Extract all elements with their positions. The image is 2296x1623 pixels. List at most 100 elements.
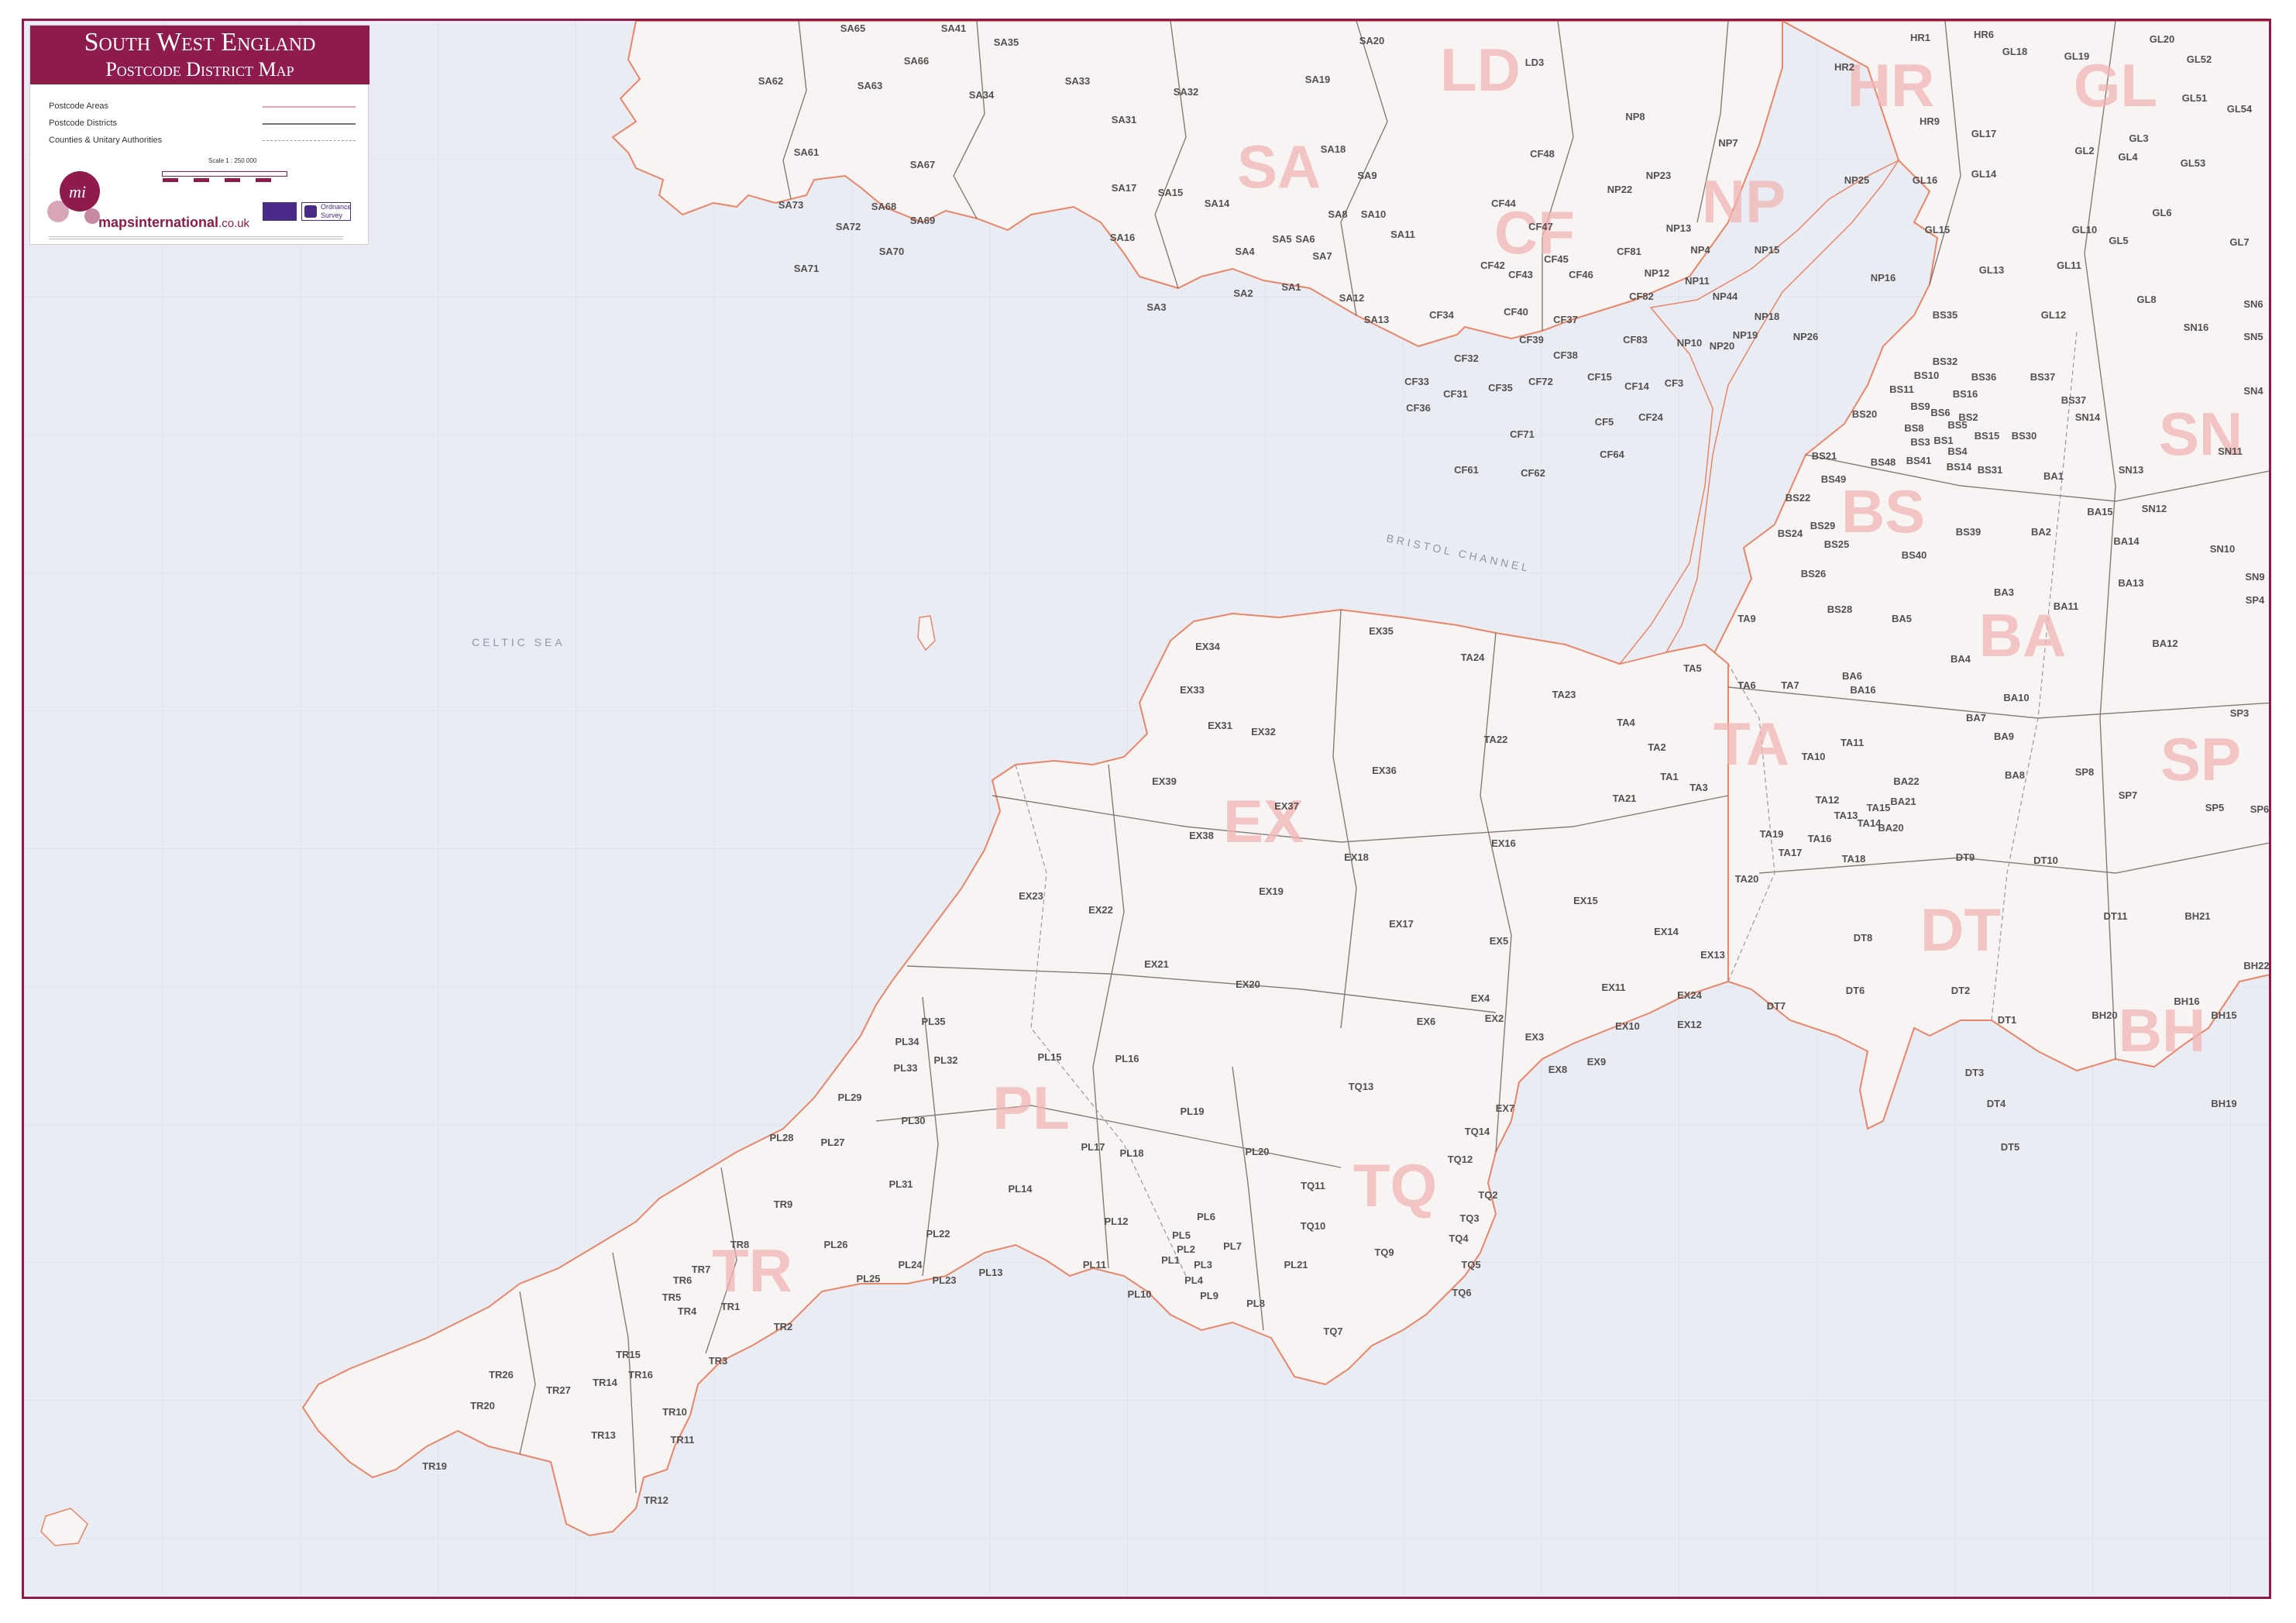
postcode-district-label[interactable]: TR1 [721, 1301, 741, 1312]
postcode-district-label[interactable]: CF38 [1553, 349, 1578, 361]
postcode-district-label[interactable]: EX32 [1251, 726, 1276, 738]
postcode-district-label[interactable]: BA9 [1994, 731, 2014, 742]
postcode-district-label[interactable]: BH16 [2174, 995, 2199, 1007]
postcode-district-label[interactable]: TA2 [1648, 741, 1666, 753]
postcode-district-label[interactable]: EX12 [1677, 1019, 1702, 1030]
postcode-district-label[interactable]: EX23 [1019, 890, 1043, 902]
postcode-district-label[interactable]: CF15 [1587, 371, 1612, 383]
postcode-district-label[interactable]: GL4 [2118, 151, 2138, 163]
postcode-district-label[interactable]: TA7 [1781, 679, 1799, 691]
postcode-district-label[interactable]: BS5 [1947, 419, 1967, 431]
postcode-district-label[interactable]: TR20 [470, 1400, 495, 1412]
postcode-district-label[interactable]: EX4 [1471, 992, 1490, 1004]
postcode-district-label[interactable]: SA67 [910, 159, 936, 170]
postcode-district-label[interactable]: BS35 [1933, 309, 1958, 321]
postcode-district-label[interactable]: CF40 [1504, 306, 1528, 318]
postcode-district-label[interactable]: TA14 [1858, 817, 1882, 829]
postcode-district-label[interactable]: BS28 [1827, 603, 1853, 615]
postcode-district-label[interactable]: EX19 [1259, 885, 1284, 897]
postcode-district-label[interactable]: EX39 [1152, 775, 1177, 787]
postcode-district-label[interactable]: TQ14 [1465, 1126, 1490, 1137]
postcode-district-label[interactable]: PL11 [1083, 1259, 1106, 1271]
postcode-district-label[interactable]: BS14 [1947, 461, 1972, 473]
postcode-district-label[interactable]: SA15 [1158, 187, 1184, 198]
postcode-district-label[interactable]: TQ11 [1301, 1180, 1325, 1191]
postcode-district-label[interactable]: TA16 [1808, 833, 1832, 844]
postcode-district-label[interactable]: PL27 [820, 1136, 844, 1148]
postcode-district-label[interactable]: DT4 [1987, 1098, 2006, 1109]
postcode-district-label[interactable]: GL8 [2136, 294, 2156, 305]
postcode-district-label[interactable]: CF72 [1528, 376, 1553, 387]
postcode-district-label[interactable]: TA22 [1484, 734, 1508, 745]
postcode-district-label[interactable]: SN9 [2245, 571, 2264, 583]
postcode-district-label[interactable]: BS36 [1971, 371, 1997, 383]
postcode-district-label[interactable]: TA23 [1552, 689, 1576, 700]
postcode-district-label[interactable]: TA6 [1737, 679, 1756, 691]
postcode-district-label[interactable]: EX22 [1088, 904, 1113, 916]
postcode-district-label[interactable]: BH19 [2211, 1098, 2236, 1109]
postcode-district-label[interactable]: BS20 [1852, 408, 1878, 420]
postcode-district-label[interactable]: EX10 [1615, 1020, 1640, 1032]
postcode-district-label[interactable]: CF14 [1624, 380, 1650, 392]
postcode-district-label[interactable]: EX20 [1236, 978, 1260, 990]
postcode-district-label[interactable]: TQ4 [1449, 1233, 1469, 1244]
postcode-district-label[interactable]: PL15 [1037, 1051, 1061, 1063]
postcode-district-label[interactable]: TQ12 [1448, 1154, 1473, 1165]
postcode-district-label[interactable]: SN10 [2210, 543, 2236, 555]
postcode-district-label[interactable]: TR27 [546, 1384, 571, 1396]
postcode-district-label[interactable]: PL35 [921, 1016, 945, 1027]
postcode-district-label[interactable]: BA3 [1994, 586, 2014, 598]
postcode-district-label[interactable]: SA6 [1295, 233, 1315, 245]
postcode-district-label[interactable]: SA3 [1146, 301, 1166, 313]
postcode-district-label[interactable]: BS49 [1821, 473, 1847, 485]
postcode-district-label[interactable]: DT7 [1767, 1000, 1786, 1012]
postcode-district-label[interactable]: SN4 [2243, 385, 2263, 397]
postcode-district-label[interactable]: NP11 [1685, 275, 1710, 287]
postcode-district-label[interactable]: SA1 [1281, 281, 1301, 293]
postcode-district-label[interactable]: TQ6 [1452, 1287, 1471, 1298]
postcode-district-label[interactable]: CF71 [1510, 428, 1535, 440]
postcode-district-label[interactable]: SA20 [1359, 35, 1385, 46]
postcode-district-label[interactable]: EX37 [1274, 800, 1299, 812]
postcode-district-label[interactable]: LD3 [1525, 57, 1545, 68]
postcode-district-label[interactable]: BS3 [1910, 436, 1930, 448]
postcode-district-label[interactable]: CF36 [1406, 402, 1431, 414]
postcode-district-label[interactable]: NP22 [1607, 184, 1633, 195]
postcode-district-label[interactable]: SA16 [1110, 232, 1136, 243]
postcode-district-label[interactable]: SA70 [879, 246, 905, 257]
postcode-district-label[interactable]: PL31 [888, 1178, 913, 1190]
postcode-district-label[interactable]: EX36 [1372, 765, 1397, 776]
postcode-district-label[interactable]: GL16 [1913, 174, 1938, 186]
postcode-district-label[interactable]: SP7 [2119, 789, 2138, 801]
postcode-district-label[interactable]: GL18 [2002, 46, 2028, 57]
postcode-district-label[interactable]: EX34 [1195, 641, 1221, 652]
postcode-district-label[interactable]: BA22 [1893, 775, 1919, 787]
postcode-district-label[interactable]: BS26 [1801, 568, 1827, 579]
postcode-district-label[interactable]: SA65 [840, 22, 866, 34]
postcode-district-label[interactable]: BA5 [1892, 613, 1912, 624]
postcode-district-label[interactable]: NP4 [1690, 244, 1710, 256]
postcode-district-label[interactable]: BA7 [1966, 712, 1986, 724]
postcode-district-label[interactable]: BS31 [1978, 464, 2003, 476]
postcode-district-label[interactable]: BA12 [2152, 638, 2177, 649]
postcode-district-label[interactable]: SP3 [2230, 707, 2250, 719]
postcode-district-label[interactable]: BS24 [1778, 528, 1803, 539]
postcode-district-label[interactable]: GL2 [2074, 145, 2094, 156]
postcode-district-label[interactable]: CF42 [1480, 260, 1505, 271]
map-frame[interactable]: CELTIC SEA BRISTOL CHANNEL SA LD HR GL CF NP B… [22, 19, 2271, 1599]
postcode-district-label[interactable]: GL51 [2182, 92, 2208, 104]
postcode-district-label[interactable]: SA41 [941, 22, 967, 34]
postcode-district-label[interactable]: GL11 [2057, 260, 2081, 271]
postcode-district-label[interactable]: SA12 [1339, 292, 1365, 304]
postcode-district-label[interactable]: TA24 [1461, 652, 1486, 663]
postcode-district-label[interactable]: NP44 [1713, 291, 1738, 302]
postcode-district-label[interactable]: EX8 [1548, 1064, 1568, 1075]
postcode-district-label[interactable]: CF83 [1623, 334, 1648, 346]
postcode-district-label[interactable]: EX6 [1417, 1016, 1436, 1027]
postcode-district-label[interactable]: CF32 [1454, 352, 1479, 364]
postcode-district-label[interactable]: HR9 [1920, 115, 1940, 127]
postcode-district-label[interactable]: BA21 [1890, 796, 1916, 807]
map-canvas[interactable]: CELTIC SEA BRISTOL CHANNEL SALD HR GLCF NPB… [24, 21, 2271, 1599]
postcode-district-label[interactable]: CF44 [1491, 198, 1517, 209]
postcode-district-label[interactable]: EX33 [1180, 684, 1205, 696]
